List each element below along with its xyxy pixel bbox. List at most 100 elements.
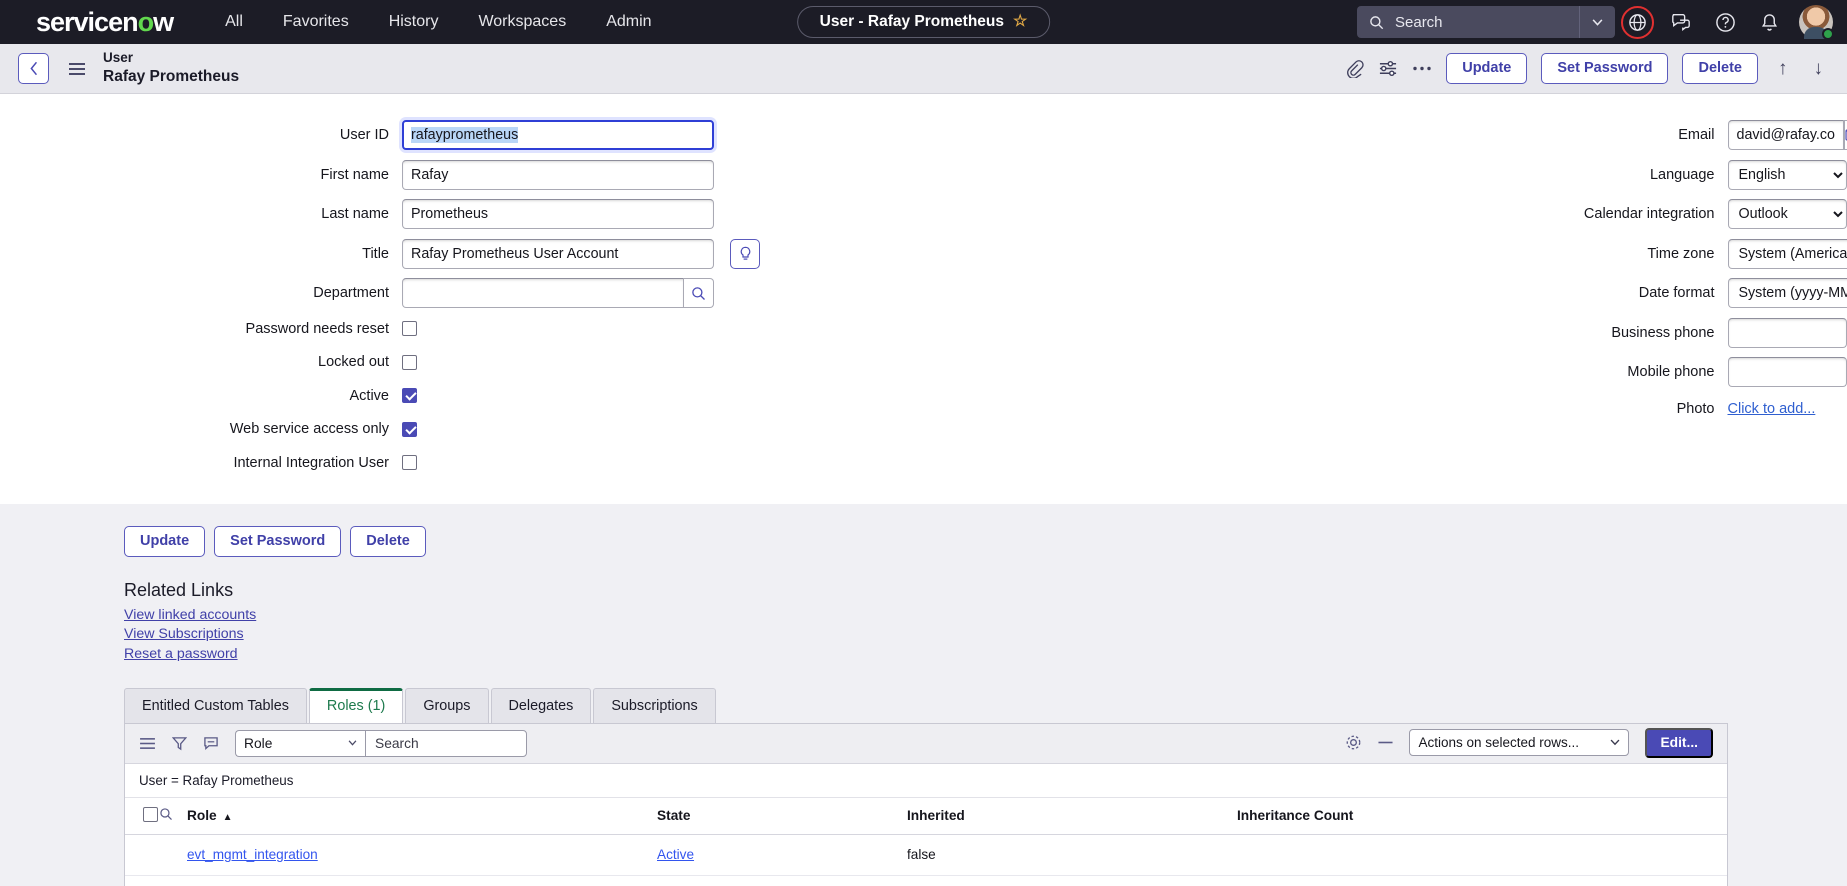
business-phone-input[interactable]: [1727, 317, 1847, 348]
user-profile-button[interactable]: [1799, 5, 1834, 40]
nav-item-favorites[interactable]: Favorites: [283, 13, 349, 31]
field-row-language: Language English: [924, 159, 1847, 190]
select-all-checkbox[interactable]: [143, 806, 158, 822]
back-button[interactable]: [18, 53, 49, 84]
nav-right-cluster: Search: [1357, 0, 1847, 44]
collapse-list-button[interactable]: [1378, 741, 1393, 744]
list-filter-breadcrumb[interactable]: User = Rafay Prometheus: [125, 764, 1727, 798]
column-header-state[interactable]: State: [657, 797, 907, 835]
edit-button[interactable]: Edit...: [1645, 728, 1713, 758]
first-name-input[interactable]: Rafay: [402, 159, 714, 190]
search-icon: [692, 286, 705, 300]
search-icon[interactable]: [159, 807, 173, 821]
more-options-button[interactable]: [1412, 65, 1432, 72]
related-link-view-subscriptions[interactable]: View Subscriptions: [124, 626, 244, 642]
next-record-button[interactable]: ↓: [1808, 58, 1830, 80]
related-links-list: View linked accounts View Subscriptions …: [124, 607, 1847, 662]
actions-on-selected-rows-select[interactable]: Actions on selected rows...: [1409, 729, 1630, 757]
email-input[interactable]: david@rafay.co: [1727, 120, 1844, 150]
list-toolbar: Role Search Actions on selected rows... …: [125, 723, 1727, 764]
related-link-view-linked-accounts[interactable]: View linked accounts: [124, 607, 256, 623]
label-photo: Photo: [1676, 400, 1715, 417]
label-time-zone: Time zone: [1647, 245, 1715, 262]
search-scope-dropdown[interactable]: [1579, 6, 1615, 38]
update-button-bottom[interactable]: Update: [124, 526, 206, 557]
field-row-locked-out: Locked out: [0, 354, 924, 370]
conversations-button[interactable]: [1659, 0, 1703, 44]
primary-nav: All Favorites History Workspaces Admin: [225, 13, 651, 31]
notifications-button[interactable]: [1747, 0, 1791, 44]
department-lookup-button[interactable]: [684, 278, 714, 308]
label-password-needs-reset: Password needs reset: [245, 320, 389, 337]
personalize-form-button[interactable]: [1378, 59, 1398, 78]
last-name-value: Prometheus: [411, 206, 489, 222]
set-password-button-bottom[interactable]: Set Password: [214, 526, 342, 557]
last-name-input[interactable]: Prometheus: [402, 199, 714, 229]
tab-subscriptions[interactable]: Subscriptions: [593, 687, 716, 723]
nav-item-admin[interactable]: Admin: [606, 13, 651, 31]
internal-integration-user-checkbox[interactable]: [402, 455, 417, 470]
help-button[interactable]: [1703, 0, 1747, 44]
list-menu-button[interactable]: [139, 737, 156, 750]
password-needs-reset-checkbox[interactable]: [402, 321, 417, 336]
photo-add-link[interactable]: Click to add...: [1728, 401, 1816, 417]
web-service-access-only-checkbox[interactable]: [402, 421, 417, 437]
column-header-inheritance-count[interactable]: Inheritance Count: [1237, 797, 1727, 835]
list-settings-button[interactable]: [1345, 734, 1362, 751]
column-header-role[interactable]: Role ▲: [187, 797, 657, 835]
comment-button[interactable]: [203, 736, 219, 751]
column-header-inherited[interactable]: Inherited: [907, 797, 1237, 835]
delete-button-bottom[interactable]: Delete: [350, 526, 426, 557]
favorite-star-icon[interactable]: ☆: [1013, 14, 1027, 30]
title-input[interactable]: Rafay Prometheus User Account: [402, 238, 714, 269]
tab-entitled-custom-tables[interactable]: Entitled Custom Tables: [124, 687, 307, 723]
field-row-email: Email david@rafay.co: [924, 120, 1847, 150]
previous-record-button[interactable]: ↑: [1772, 58, 1794, 80]
chevron-down-icon: [348, 740, 357, 746]
tab-delegates[interactable]: Delegates: [490, 687, 592, 723]
delete-button-top[interactable]: Delete: [1682, 53, 1758, 84]
date-format-select[interactable]: System (yyyy-MM-dd): [1727, 278, 1847, 308]
tab-groups[interactable]: Groups: [405, 687, 489, 723]
user-id-input[interactable]: rafayprometheus: [402, 120, 714, 150]
state-link[interactable]: Active: [657, 847, 694, 862]
table-header-row: Role ▲ State Inherited Inheritance Count: [125, 797, 1727, 835]
list-search-input[interactable]: Search: [365, 729, 527, 757]
language-globe-button[interactable]: [1615, 0, 1659, 44]
global-search-input[interactable]: Search: [1357, 6, 1579, 38]
current-record-pill[interactable]: User - Rafay Prometheus ☆: [796, 6, 1051, 38]
table-row[interactable]: evt_mgmt_integration Active false: [125, 834, 1727, 876]
update-button-top[interactable]: Update: [1446, 53, 1528, 84]
list-field-select[interactable]: Role: [235, 729, 365, 757]
language-select[interactable]: English: [1727, 159, 1847, 190]
record-context-menu-button[interactable]: [69, 62, 85, 75]
related-link-reset-a-password[interactable]: Reset a password: [124, 646, 238, 662]
field-row-last-name: Last name Prometheus: [0, 199, 924, 229]
set-password-button-top[interactable]: Set Password: [1541, 53, 1669, 84]
time-zone-select[interactable]: System (America/Los_Angeles): [1727, 238, 1847, 269]
attachment-button[interactable]: [1345, 59, 1364, 78]
list-search-group: Role Search: [235, 729, 527, 757]
current-record-label: User - Rafay Prometheus: [819, 13, 1004, 30]
tab-roles[interactable]: Roles (1): [308, 687, 404, 723]
label-title: Title: [362, 245, 389, 262]
nav-item-workspaces[interactable]: Workspaces: [478, 13, 566, 31]
list-menu-icon: [140, 737, 155, 749]
mobile-phone-input[interactable]: [1727, 357, 1847, 387]
servicenow-logo[interactable]: servicen o w: [36, 6, 174, 37]
user-id-value: rafayprometheus: [411, 127, 519, 143]
nav-item-history[interactable]: History: [389, 13, 439, 31]
email-value: david@rafay.co: [1736, 127, 1836, 143]
locked-out-checkbox[interactable]: [402, 354, 417, 370]
nav-item-all[interactable]: All: [225, 13, 243, 31]
logo-text-part2: w: [153, 6, 174, 37]
field-row-active: Active: [0, 388, 924, 404]
title-suggestion-button[interactable]: [730, 238, 760, 269]
calendar-integration-select[interactable]: Outlook: [1727, 199, 1847, 229]
role-link[interactable]: evt_mgmt_integration: [187, 847, 318, 862]
list-pagination: ◂◂ ◂ 1 to 1 of 1 ▸ ▸▸: [125, 875, 1727, 886]
chevron-left-icon: [29, 61, 37, 76]
filter-button[interactable]: [172, 736, 187, 751]
active-checkbox[interactable]: [402, 388, 417, 403]
department-input[interactable]: [402, 278, 684, 308]
